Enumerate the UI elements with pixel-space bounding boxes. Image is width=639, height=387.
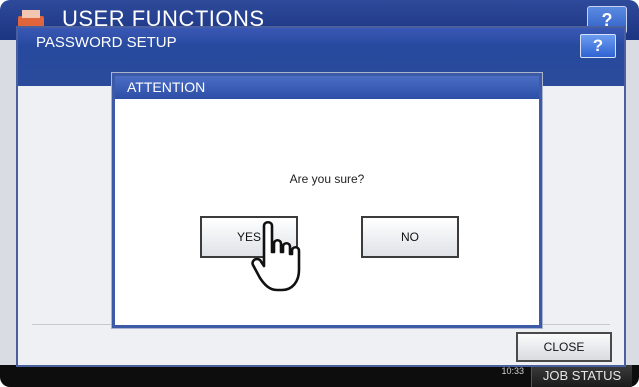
no-button[interactable]: NO — [361, 216, 459, 258]
dialog-title: ATTENTION — [127, 79, 206, 95]
panel-title: PASSWORD SETUP — [36, 34, 177, 51]
dialog-message: Are you sure? — [289, 172, 365, 186]
job-status-button[interactable]: JOB STATUS — [531, 365, 632, 387]
datetime-display: 10:33 — [501, 366, 524, 376]
device-screen: USER FUNCTIONS ? 10:33 JOB STATUS PASSWO… — [0, 0, 639, 387]
panel-help-button[interactable]: ? — [580, 34, 616, 58]
attention-dialog: ATTENTION Are you sure? YES NO — [112, 73, 542, 328]
pointing-hand-icon — [251, 220, 301, 292]
dialog-header: ATTENTION — [115, 76, 539, 99]
close-button[interactable]: CLOSE — [516, 332, 612, 362]
bottom-status-bar: 10:33 JOB STATUS — [0, 365, 639, 387]
